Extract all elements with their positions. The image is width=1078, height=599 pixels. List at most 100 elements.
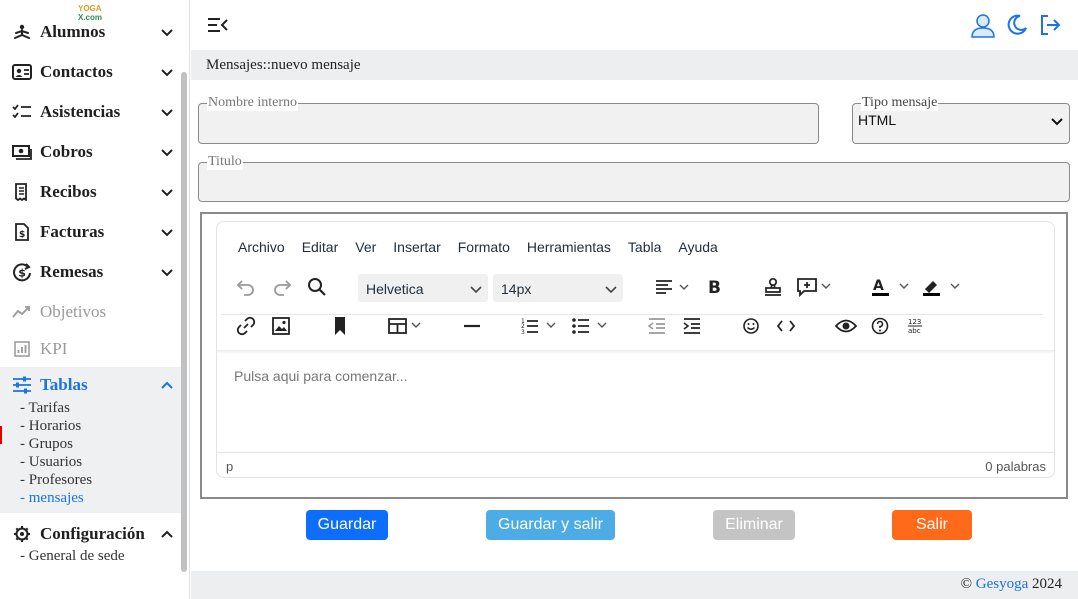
sidebar-item-remesas[interactable]: $ Remesas [12,260,174,284]
top-bar [191,0,1078,50]
svg-text:3: 3 [521,329,525,335]
menu-archivo[interactable]: Archivo [238,239,285,255]
source-code-icon[interactable] [773,313,799,339]
dark-mode-moon-icon[interactable] [1004,12,1030,38]
sidebar-item-objetivos[interactable]: Objetivos [12,300,174,324]
receipt-icon [12,182,32,202]
breadcrumb: Mensajes::nuevo mensaje [191,50,1078,80]
text-color-icon[interactable]: A [869,274,913,300]
nombre-interno-field[interactable]: Nombre interno [198,95,819,144]
font-size-select[interactable]: 14px [493,274,623,302]
sidebar: YOGA X.com Alumnos Contactos Asistencias… [0,0,190,599]
svg-text:abc: abc [908,327,921,335]
outdent-icon[interactable] [644,313,670,339]
menu-insertar[interactable]: Insertar [393,239,440,255]
add-comment-icon[interactable] [795,274,835,300]
sidebar-item-tablas[interactable]: Tablas [12,373,174,397]
toolbar-shadow [217,350,1054,354]
sidebar-sub-general-sede[interactable]: - General de sede [20,547,125,565]
sidebar-item-kpi[interactable]: KPI [12,337,174,361]
redo-icon[interactable] [269,274,295,300]
svg-text:B: B [708,278,721,296]
sidebar-item-configuracion[interactable]: Configuración [12,522,174,546]
guardar-y-salir-button[interactable]: Guardar y salir [486,510,615,540]
footer-copyright: © Gesyoga 2024 [960,576,1062,592]
editor-placeholder[interactable]: Pulsa aqui para comenzar... [234,368,408,384]
chevron-up-icon [160,378,174,392]
guardar-button[interactable]: Guardar [306,510,388,540]
word-count-icon[interactable]: 123 abc [902,313,928,339]
footer: © Gesyoga 2024 [191,571,1078,599]
sidebar-sub-mensajes[interactable]: - mensajes [20,489,84,507]
menu-ver[interactable]: Ver [355,239,376,255]
cash-icon [12,142,32,162]
sidebar-item-contactos[interactable]: Contactos [12,60,174,84]
sidebar-scrollbar[interactable] [181,72,187,572]
tipo-mensaje-value: HTML [858,112,897,128]
sidebar-sub-tarifas[interactable]: - Tarifas [20,399,70,417]
highlight-color-icon[interactable] [920,274,964,300]
bookmark-icon[interactable] [327,313,353,339]
sidebar-item-asistencias[interactable]: Asistencias [12,100,174,124]
chevron-up-icon [160,527,174,541]
chevron-down-icon [605,282,617,294]
sidebar-sub-horarios[interactable]: - Horarios [20,417,81,435]
search-icon[interactable] [304,274,330,300]
rich-text-editor: Archivo Editar Ver Insertar Formato Herr… [216,221,1055,478]
eliminar-button[interactable]: Eliminar [713,510,795,540]
preview-eye-icon[interactable] [833,313,859,339]
help-icon[interactable] [867,313,893,339]
image-icon[interactable] [268,313,294,339]
kpi-chart-icon [12,339,32,359]
menu-editar[interactable]: Editar [302,239,339,255]
svg-text:123: 123 [908,318,921,326]
sidebar-item-facturas[interactable]: $ Facturas [12,220,174,244]
menu-herramientas[interactable]: Herramientas [527,239,611,255]
titulo-field[interactable]: Titulo [198,154,1070,202]
horizontal-line-icon[interactable] [459,313,485,339]
sidebar-item-recibos[interactable]: Recibos [12,180,174,204]
logout-icon[interactable] [1037,12,1063,38]
sidebar-sub-grupos[interactable]: - Grupos [20,435,73,453]
tipo-mensaje-label: Tipo mensaje [861,95,939,111]
numbered-list-icon[interactable]: 123 [520,313,560,339]
breadcrumb-text: Mensajes::nuevo mensaje [206,57,361,73]
chevron-down-icon [160,225,174,239]
nombre-interno-label: Nombre interno [207,95,299,111]
editor-menubar: Archivo Editar Ver Insertar Formato Herr… [238,239,735,255]
chevron-down-icon [160,105,174,119]
chevron-down-icon [160,25,174,39]
element-path[interactable]: p [226,459,233,474]
invoice-icon: $ [12,222,32,242]
link-icon[interactable] [233,313,259,339]
svg-text:A: A [873,278,884,294]
sidebar-sub-profesores[interactable]: - Profesores [20,471,92,489]
editor-container: Archivo Editar Ver Insertar Formato Herr… [200,212,1068,499]
bold-icon[interactable]: B [701,274,727,300]
chevron-down-icon [160,185,174,199]
svg-text:$: $ [18,267,26,280]
menu-tabla[interactable]: Tabla [628,239,661,255]
undo-icon[interactable] [233,274,259,300]
emoji-icon[interactable] [738,313,764,339]
sidebar-item-cobros[interactable]: Cobros [12,140,174,164]
salir-button[interactable]: Salir [892,510,972,540]
sidebar-item-alumnos[interactable]: Alumnos [12,20,174,44]
indent-icon[interactable] [679,313,705,339]
active-marker [0,426,2,444]
user-avatar-icon[interactable] [970,12,996,38]
align-left-icon[interactable] [653,274,693,300]
menu-ayuda[interactable]: Ayuda [678,239,717,255]
bullet-list-icon[interactable] [571,313,611,339]
menu-collapse-icon[interactable] [205,12,231,38]
menu-formato[interactable]: Formato [458,239,510,255]
table-icon[interactable] [386,313,426,339]
stamp-icon[interactable] [760,274,786,300]
word-count[interactable]: 0 palabras [985,459,1046,474]
gesyoga-link[interactable]: Gesyoga [976,576,1029,592]
sidebar-sub-usuarios[interactable]: - Usuarios [20,453,82,471]
chevron-down-icon [160,265,174,279]
tipo-mensaje-select[interactable]: Tipo mensaje HTML [852,95,1070,144]
svg-text:$: $ [19,230,25,240]
font-family-select[interactable]: Helvetica [358,274,488,302]
